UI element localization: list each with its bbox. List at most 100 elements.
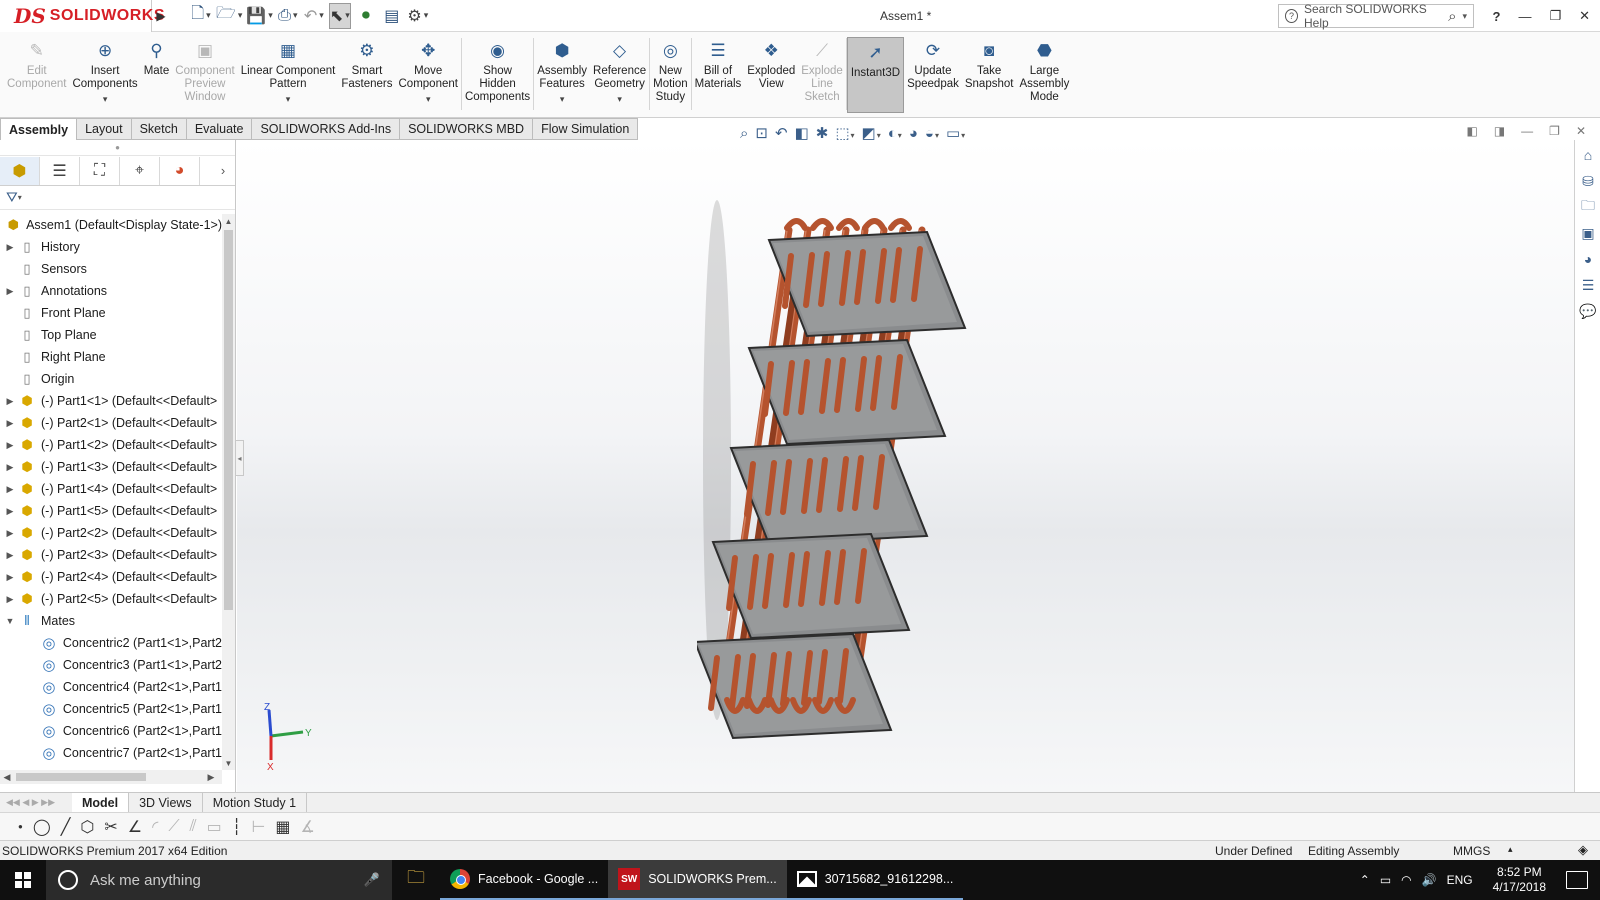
language-indicator[interactable]: ENG [1447,873,1473,887]
rebuild-icon[interactable]: ⏺ [355,3,377,29]
tab-sketch[interactable]: Sketch [131,118,187,140]
bom-button[interactable]: ☰ Bill of Materials [692,32,745,116]
exploded-view-button[interactable]: ❖ Exploded View [744,32,798,116]
view-palette-icon[interactable]: ▣ [1577,222,1599,244]
print-icon[interactable]: ⎙ [277,3,299,29]
battery-icon[interactable]: ▭ [1380,873,1391,887]
linear-pattern-button[interactable]: ▦ Linear Component Pattern ▾ [238,32,339,116]
offset-icon[interactable]: ⫽ [190,818,197,836]
tree-node[interactable]: ▼ ⫴ Mates [0,610,222,632]
reference-geometry-button[interactable]: ◇ Reference Geometry ▾ [590,32,649,116]
tree-horizontal-scrollbar[interactable]: ◀ ▶ [0,770,222,784]
tree-node[interactable]: ◎ Concentric2 (Part1<1>,Part2 [0,632,222,654]
custom-properties-icon[interactable]: ☰ [1577,274,1599,296]
expand-arrow-icon[interactable]: ▶ [2,418,18,429]
design-library-icon[interactable]: ⛁ [1577,170,1599,192]
clock[interactable]: 8:52 PM 4/17/2018 [1493,865,1546,895]
select-cursor-icon[interactable]: ⬉ [328,2,351,29]
insert-components-button[interactable]: ⊕ Insert Components ▾ [69,32,140,116]
undo-icon[interactable]: ↶ [303,3,325,29]
mate-button[interactable]: ⚲ Mate [141,32,173,116]
zoom-area-icon[interactable]: ⊡ [755,124,768,142]
options-gear-icon[interactable]: ⚙ [407,3,429,29]
show-hidden-icons-chevron-icon[interactable]: ⌃ [1360,873,1370,887]
help-search-input[interactable]: ? Search SOLIDWORKS Help ⌕ ▾ [1278,2,1474,30]
panel-collapse-handle[interactable]: ◂ [236,440,244,476]
expand-arrow-icon[interactable]: ▶ [2,286,18,297]
tree-node[interactable]: ▶ ⬢ (-) Part2<4> (Default<<Default> [0,566,222,588]
edit-component-button[interactable]: ✎ Edit Component [4,32,69,116]
configuration-manager-tab-icon[interactable]: ⛶ [80,156,120,185]
save-icon[interactable]: 💾 [246,3,272,29]
viewport-restore-icon[interactable]: ❐ [1549,124,1560,138]
units-chevron-icon[interactable]: ▴ [1508,844,1513,855]
expand-arrow-icon[interactable]: ▶ [2,550,18,561]
view-settings-icon[interactable]: ▭ [946,124,965,142]
cortana-search[interactable]: Ask me anything 🎤 [46,860,392,900]
tab-flow-simulation[interactable]: Flow Simulation [533,118,639,140]
large-assembly-button[interactable]: ⬣ Large Assembly Mode [1016,32,1072,116]
tab-motion-study-1[interactable]: Motion Study 1 [203,793,308,813]
move-component-button[interactable]: ✥ Move Component ▾ [396,32,461,116]
menu-expand-arrow[interactable]: ▶ [152,0,170,32]
tree-node[interactable]: ▯ Top Plane [0,324,222,346]
start-button[interactable] [0,860,46,900]
tree-node[interactable]: ◎ Concentric5 (Part2<1>,Part1 [0,698,222,720]
tree-node[interactable]: ▶ ⬢ (-) Part1<2> (Default<<Default> [0,434,222,456]
scroll-thumb[interactable] [224,230,233,610]
tab-navigation-arrows[interactable]: ◀◀ ◀ ▶ ▶▶ [0,793,72,812]
tree-node[interactable]: ▶ ⬢ (-) Part1<1> (Default<<Default> [0,390,222,412]
tree-node[interactable]: ▶ ⬢ (-) Part1<5> (Default<<Default> [0,500,222,522]
trim-icon[interactable]: ✂ [104,817,117,837]
tree-node[interactable]: ▶ ⬢ (-) Part2<2> (Default<<Default> [0,522,222,544]
dropdown-arrow-icon[interactable]: ▾ [617,93,622,106]
tree-filter[interactable]: ⛛ ▾ [0,186,235,210]
motion-study-button[interactable]: ◎ New Motion Study [650,32,691,116]
tree-node[interactable]: ◎ Concentric3 (Part1<1>,Part2 [0,654,222,676]
snapshot-button[interactable]: ◙ Take Snapshot [962,32,1017,116]
taskbar-app-solidworks[interactable]: SW SOLIDWORKS Prem... [608,860,787,900]
property-manager-tab-icon[interactable]: ☰ [40,156,80,185]
expand-arrow-icon[interactable]: ▶ [2,528,18,539]
volume-icon[interactable]: 🔊 [1422,873,1437,887]
tree-node[interactable]: ▶ ⬢ (-) Part2<1> (Default<<Default> [0,412,222,434]
expand-arrow-icon[interactable]: ▶ [2,594,18,605]
smart-dimension-icon[interactable]: ∠ [128,817,142,837]
help-button[interactable]: ? [1492,9,1500,24]
speedpak-button[interactable]: ⟳ Update Speedpak [904,32,962,116]
tree-node[interactable]: ▯ Right Plane [0,346,222,368]
instant3d-button[interactable]: ➚ Instant3D [846,37,905,113]
tree-node[interactable]: ⬢ Assem1 (Default<Display State-1>) [0,214,222,236]
section-view-icon[interactable]: ◧ [795,124,809,142]
expand-arrow-icon[interactable]: ▶ [2,506,18,517]
tree-node[interactable]: ◎ Concentric7 (Part2<1>,Part1 [0,742,222,764]
feature-manager-tab-icon[interactable]: ⬢ [0,156,40,185]
dropdown-arrow-icon[interactable]: ▾ [286,93,291,106]
preview-window-button[interactable]: ▣ Component Preview Window [172,32,237,116]
filter-icon[interactable]: ⛛ [6,189,18,206]
tree-node[interactable]: ▶ ▯ History [0,236,222,258]
minimize-icon[interactable]: — [1518,9,1531,24]
appearances-icon[interactable]: ◕ [1577,248,1599,270]
scroll-left-icon[interactable]: ◀ [0,770,14,784]
action-center-icon[interactable] [1566,871,1588,889]
chamfer-icon[interactable]: ⟋ [168,818,179,836]
tree-node[interactable]: ▶ ⬢ (-) Part1<3> (Default<<Default> [0,456,222,478]
apply-scene-icon[interactable]: ◒ [925,125,939,142]
assembly-features-button[interactable]: ⬢ Assembly Features ▾ [534,32,590,116]
graphics-area[interactable]: Y Z X [237,140,1574,792]
dropdown-arrow-icon[interactable]: ▾ [560,93,565,106]
edit-appearance-icon[interactable]: ◕ [909,125,918,142]
tree-node[interactable]: ▯ Front Plane [0,302,222,324]
dynamic-annotation-icon[interactable]: ✱ [816,124,829,142]
point-icon[interactable]: ● [18,822,23,831]
dropdown-arrow-icon[interactable]: ▾ [426,93,431,106]
file-properties-icon[interactable]: ▤ [381,3,403,29]
hscroll-thumb[interactable] [16,773,146,781]
panel-grip[interactable]: ● [0,140,235,156]
microphone-icon[interactable]: 🎤 [364,872,380,888]
viewport-next-icon[interactable]: ◨ [1494,124,1505,138]
file-explorer-taskbar-icon[interactable]: 🗀 [392,860,440,900]
view-orientation-icon[interactable]: ⬚ [835,124,854,142]
scroll-right-icon[interactable]: ▶ [204,770,218,784]
